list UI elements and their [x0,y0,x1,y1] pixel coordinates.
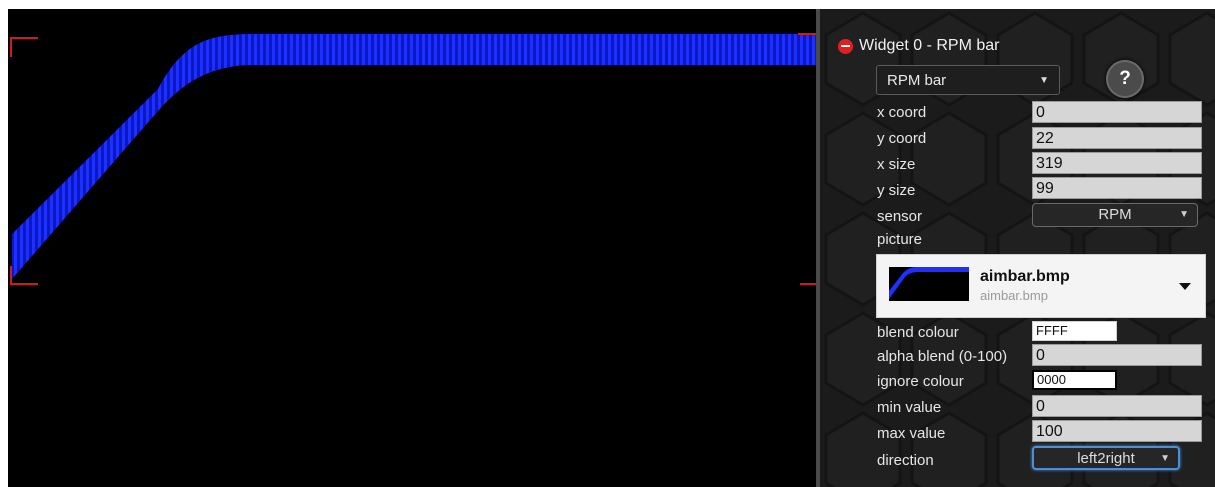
direction-label: direction [877,452,934,469]
x-coord-label: x coord [877,104,927,121]
widget-settings-panel: Widget 0 - RPM bar RPM bar ▼ ? x coord 0… [820,9,1215,487]
picture-subtitle: aimbar.bmp [980,288,1048,303]
alpha-blend-label: alpha blend (0-100) [877,348,1008,365]
blend-colour-input[interactable]: FFFF [1032,321,1117,341]
blend-colour-label: blend colour [877,324,959,341]
rpm-bar-graphic [12,34,816,279]
minus-circle-icon[interactable] [838,38,853,54]
y-size-label: y size [877,182,916,199]
alpha-blend-input[interactable]: 0 [1032,344,1202,366]
preview-canvas[interactable] [8,9,816,487]
min-value-label: min value [877,399,942,416]
widget-type-value: RPM bar [887,72,947,89]
sensor-select[interactable]: RPM ▼ [1032,203,1198,227]
y-coord-input[interactable]: 22 [1032,127,1202,149]
direction-select[interactable]: left2right ▼ [1032,446,1180,470]
x-size-label: x size [877,156,916,173]
preview-svg [10,33,816,285]
caret-down-icon [1179,283,1191,290]
min-value-input[interactable]: 0 [1032,395,1202,417]
x-size-input[interactable]: 319 [1032,152,1202,174]
max-value-input[interactable]: 100 [1032,420,1202,442]
selection-frame [10,33,816,285]
picture-label: picture [877,231,923,248]
chevron-down-icon: ▼ [1039,75,1049,86]
picture-title: aimbar.bmp [980,268,1070,285]
chevron-down-icon: ▼ [1160,453,1170,464]
x-coord-input[interactable]: 0 [1032,101,1202,123]
sensor-value: RPM [1098,206,1132,223]
chevron-down-icon: ▼ [1179,209,1189,220]
max-value-label: max value [877,425,946,442]
picture-thumbnail [889,267,969,301]
y-coord-label: y coord [877,130,927,147]
ignore-colour-label: ignore colour [877,373,964,390]
y-size-input[interactable]: 99 [1032,177,1202,199]
direction-value: left2right [1077,450,1135,467]
ignore-colour-input[interactable]: 0000 [1032,370,1117,390]
sensor-label: sensor [877,208,923,225]
widget-header: Widget 0 - RPM bar [838,36,999,56]
widget-title: Widget 0 - RPM bar [859,37,1000,54]
widget-type-select[interactable]: RPM bar ▼ [876,65,1060,95]
help-button[interactable]: ? [1106,60,1144,98]
picture-picker[interactable]: aimbar.bmp aimbar.bmp [876,254,1206,318]
